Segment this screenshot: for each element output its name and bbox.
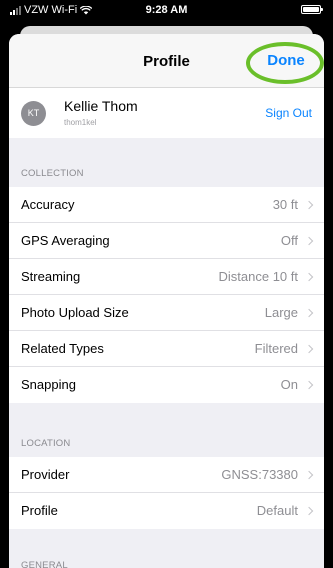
row-value: Filtered [254,341,298,356]
user-name: Kellie Thom [64,98,138,114]
section-header-general: GENERAL [21,560,68,568]
avatar: KT [21,101,46,126]
setting-row-profile[interactable]: Profile Default [9,493,324,529]
row-label: Accuracy [21,197,75,212]
chevron-right-icon [304,470,314,480]
row-value: Off [280,233,298,248]
row-label: Provider [21,467,70,482]
chevron-right-icon [304,200,314,210]
setting-row-photo-upload-size[interactable]: Photo Upload Size Large [9,295,324,331]
location-group: Provider GNSS:73380 Profile Default [9,457,324,529]
setting-row-provider[interactable]: Provider GNSS:73380 [9,457,324,493]
profile-sheet: Profile Done KT Kellie Thom thom1kel Sig… [9,34,324,568]
navigation-bar: Profile Done [9,34,324,88]
row-label: Snapping [21,377,76,392]
status-time: 9:28 AM [145,4,188,16]
chevron-right-icon [304,506,314,516]
done-button[interactable]: Done [256,52,316,69]
row-label: GPS Averaging [21,233,110,248]
row-value: Default [256,503,298,518]
section-header-location: LOCATION [21,438,71,449]
setting-row-streaming[interactable]: Streaming Distance 10 ft [9,259,324,295]
chevron-right-icon [304,272,314,282]
battery-icon [301,5,323,14]
username: thom1kel [64,118,97,127]
chevron-right-icon [304,236,314,246]
row-label: Streaming [21,269,81,284]
row-value: 30 ft [272,197,298,212]
collection-group: Accuracy 30 ft GPS Averaging Off Streami… [9,187,324,403]
sign-out-button[interactable]: Sign Out [265,106,312,120]
row-value: GNSS:73380 [221,467,298,482]
setting-row-accuracy[interactable]: Accuracy 30 ft [9,187,324,223]
status-bar: VZW Wi-Fi 9:28 AM [0,0,333,20]
row-value: Distance 10 ft [218,269,299,284]
row-label: Profile [21,503,58,518]
setting-row-gps-averaging[interactable]: GPS Averaging Off [9,223,324,259]
account-row: KT Kellie Thom thom1kel Sign Out [9,88,324,138]
chevron-right-icon [304,308,314,318]
row-value: On [280,377,298,392]
chevron-right-icon [304,380,314,390]
setting-row-snapping[interactable]: Snapping On [9,367,324,403]
row-label: Photo Upload Size [21,305,129,320]
row-value: Large [264,305,298,320]
setting-row-related-types[interactable]: Related Types Filtered [9,331,324,367]
section-header-collection: COLLECTION [21,168,84,179]
chevron-right-icon [304,344,314,354]
row-label: Related Types [21,341,104,356]
